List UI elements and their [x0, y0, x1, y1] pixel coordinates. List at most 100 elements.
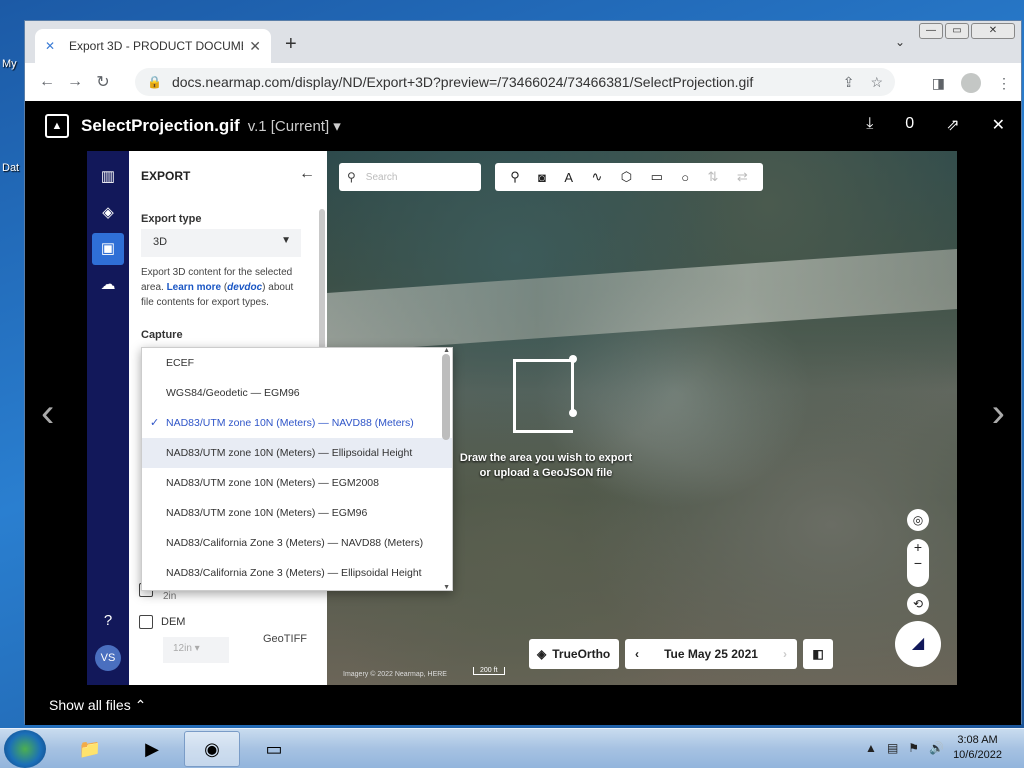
height-icon[interactable]: ⇅: [708, 169, 719, 185]
vertex-handle[interactable]: [569, 355, 577, 363]
tab-search-icon[interactable]: ⌄: [895, 35, 905, 49]
file-explorer-icon[interactable]: 📁: [62, 731, 118, 767]
reload-icon[interactable]: ↻: [89, 72, 117, 92]
show-hidden-icons[interactable]: ▲: [865, 741, 877, 755]
layers-icon[interactable]: ◈: [96, 201, 120, 225]
close-icon[interactable]: ✕: [992, 115, 1005, 135]
dem-resolution-select[interactable]: 12in ▾: [163, 637, 229, 663]
open-external-icon[interactable]: ⇗: [946, 115, 959, 135]
close-tab-icon[interactable]: ✕: [249, 38, 261, 55]
scroll-up-icon[interactable]: ▲: [443, 348, 450, 354]
compare-button[interactable]: ◧: [803, 639, 833, 669]
previous-file-arrow-icon[interactable]: ‹: [41, 391, 54, 436]
date-label[interactable]: Tue May 25 2021: [664, 647, 758, 661]
devdoc-link[interactable]: devdoc: [227, 282, 262, 293]
comment-count[interactable]: 0: [905, 115, 914, 135]
url-text[interactable]: docs.nearmap.com/display/ND/Export+3D?pr…: [172, 74, 843, 90]
media-player-icon[interactable]: ▶: [124, 731, 180, 767]
minimize-button[interactable]: —: [919, 23, 943, 39]
date-picker[interactable]: ‹ Tue May 25 2021 ›: [625, 639, 797, 669]
dropdown-option[interactable]: WGS84/Geodetic — EGM96: [142, 378, 452, 408]
remote-desktop-icon[interactable]: ▭: [246, 731, 302, 767]
window-controls: — ▭ ✕: [919, 23, 1015, 39]
circle-icon[interactable]: ○: [681, 170, 689, 185]
dropdown-option[interactable]: ✓ NAD83/UTM zone 10N (Meters) — NAVD88 (M…: [142, 408, 452, 438]
address-bar[interactable]: 🔒 docs.nearmap.com/display/ND/Export+3D?…: [135, 68, 895, 96]
forward-arrow-icon[interactable]: →: [61, 73, 89, 91]
next-file-arrow-icon[interactable]: ›: [992, 391, 1005, 436]
dropdown-option[interactable]: NAD83/UTM zone 10N (Meters) — EGM96: [142, 498, 452, 528]
compass-icon[interactable]: ◢: [895, 621, 941, 667]
close-window-button[interactable]: ✕: [971, 23, 1015, 39]
dropdown-option[interactable]: NAD83/UTM zone 10N (Meters) — Ellipsoida…: [142, 438, 452, 468]
tab-title: Export 3D - PRODUCT DOCUMEN: [69, 39, 244, 53]
export-type-select[interactable]: 3D ▼: [141, 229, 301, 257]
next-date-icon[interactable]: ›: [783, 647, 787, 661]
chrome-icon[interactable]: ◉: [184, 731, 240, 767]
network-icon[interactable]: ▤: [887, 741, 898, 755]
pin-icon[interactable]: ⚲: [510, 169, 520, 185]
search-placeholder: Search: [365, 171, 398, 183]
polygon-icon[interactable]: ⬡: [621, 169, 632, 185]
back-arrow-icon[interactable]: ←: [299, 165, 315, 183]
menu-dots-icon[interactable]: ⋮: [997, 75, 1011, 92]
image-icon[interactable]: ▣: [92, 233, 124, 265]
dropdown-option[interactable]: NAD83/California Zone 3 (Meters) — NAVD8…: [142, 528, 452, 558]
image-file-icon: ▲: [45, 114, 69, 138]
lock-icon[interactable]: 🔒: [147, 75, 162, 89]
version-label: v.1 [Current]: [247, 118, 330, 135]
version-dropdown[interactable]: v.1 [Current] ▾: [248, 117, 341, 135]
camera-icon[interactable]: ◙: [538, 170, 546, 185]
download-icon[interactable]: ⤓: [866, 115, 873, 135]
dropdown-option[interactable]: NAD83/California Zone 3 (Meters) — Ellip…: [142, 558, 452, 588]
geotiff-label: GeoTIFF: [263, 633, 308, 645]
confluence-icon: ✕: [45, 39, 56, 53]
dropdown-option[interactable]: ECEF: [142, 348, 452, 378]
rectangle-icon[interactable]: ▭: [651, 169, 663, 185]
cloud-download-icon[interactable]: ☁: [96, 273, 120, 297]
desktop-icon-label[interactable]: Dat: [2, 162, 19, 174]
true-ortho-button[interactable]: ◈ TrueOrtho: [529, 639, 619, 669]
previous-date-icon[interactable]: ‹: [635, 647, 639, 661]
learn-more-link[interactable]: Learn more: [167, 282, 221, 293]
export-type-value: 3D: [153, 236, 168, 248]
map-icon[interactable]: ▥: [96, 165, 120, 189]
rotate-icon[interactable]: ⟲: [907, 593, 929, 615]
zoom-in-button[interactable]: +: [907, 539, 929, 555]
viewer-actions: ⤓ 0 ⇗ ✕: [866, 115, 1005, 135]
back-arrow-icon[interactable]: ←: [33, 73, 61, 91]
desktop-icon-label[interactable]: My: [2, 58, 17, 70]
profile-icon[interactable]: [961, 73, 981, 93]
share-icon[interactable]: ⇪: [843, 74, 855, 91]
dropdown-option[interactable]: NAD83/UTM zone 10N (Meters) — EGM2008: [142, 468, 452, 498]
maximize-button[interactable]: ▭: [945, 23, 969, 39]
scroll-down-icon[interactable]: ▼: [443, 584, 450, 590]
show-all-files[interactable]: Show all files ⌃: [25, 685, 1021, 725]
zoom-out-button[interactable]: −: [907, 555, 929, 571]
swap-icon[interactable]: ⇄: [737, 169, 748, 185]
panel-scrollbar[interactable]: [319, 209, 325, 349]
system-tray: ▲ ▤ ⚑ 🔊: [865, 741, 944, 755]
checkmark-icon: ✓: [150, 417, 160, 429]
help-icon[interactable]: ?: [96, 609, 120, 633]
line-icon[interactable]: ∿: [591, 169, 602, 185]
browser-tab[interactable]: ✕ Export 3D - PRODUCT DOCUMEN ✕: [35, 29, 271, 63]
star-icon[interactable]: ☆: [870, 74, 883, 91]
user-avatar[interactable]: VS: [95, 645, 121, 671]
panel-title: EXPORT: [141, 169, 191, 183]
text-icon[interactable]: A: [564, 170, 573, 185]
dem-option[interactable]: DEM: [139, 615, 185, 629]
tab-strip: ✕ Export 3D - PRODUCT DOCUMEN ✕ + ⌄ — ▭ …: [25, 21, 1021, 63]
volume-icon[interactable]: 🔊: [929, 741, 944, 755]
map-search[interactable]: ⚲ Search: [339, 163, 481, 191]
dem-checkbox[interactable]: [139, 615, 153, 629]
export-description: Export 3D content for the selected area.…: [141, 267, 294, 308]
locate-icon[interactable]: ◎: [907, 509, 929, 531]
new-tab-button[interactable]: +: [285, 33, 297, 56]
dropdown-scrollbar[interactable]: [442, 354, 450, 440]
clock[interactable]: 3:08 AM 10/6/2022: [953, 733, 1002, 763]
action-center-icon[interactable]: ⚑: [908, 741, 919, 755]
start-button[interactable]: [4, 730, 46, 768]
vertex-handle[interactable]: [569, 409, 577, 417]
sidebar-icon[interactable]: ◨: [932, 75, 945, 92]
